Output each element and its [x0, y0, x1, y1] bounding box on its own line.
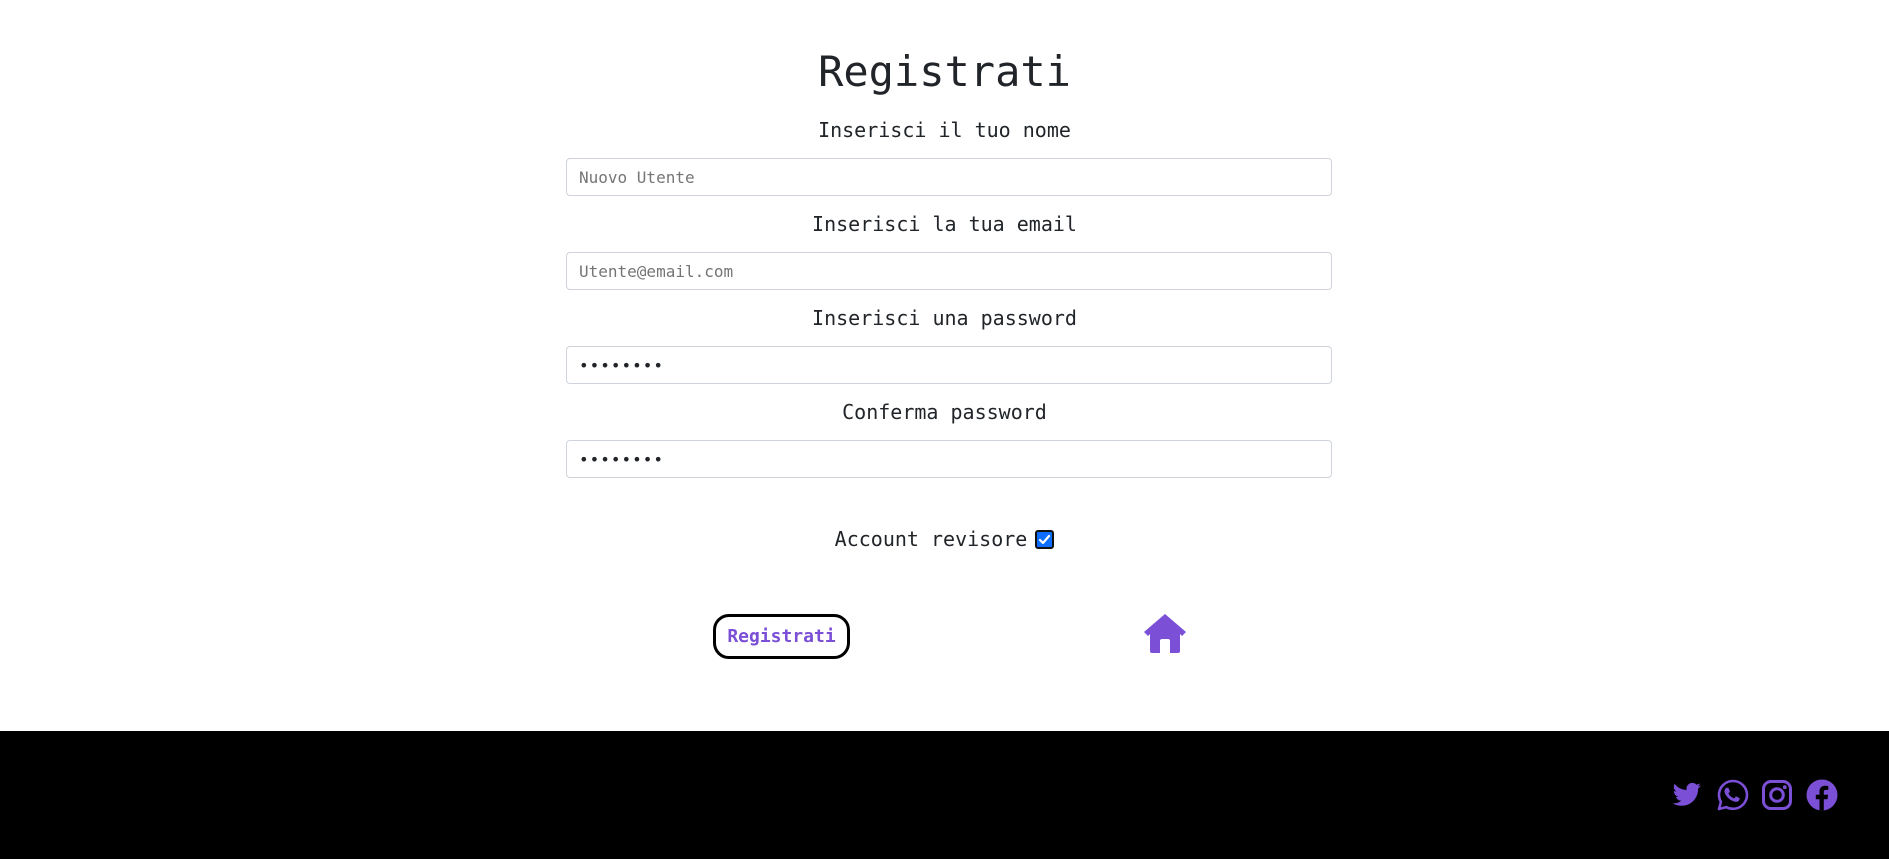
facebook-icon[interactable] [1805, 778, 1839, 812]
reviewer-row: Account revisore [0, 526, 1889, 552]
twitter-icon[interactable] [1670, 778, 1704, 812]
home-icon [1144, 614, 1186, 653]
reviewer-label: Account revisore [834, 527, 1028, 551]
register-form: Registrati Inserisci il tuo nome Inseris… [0, 0, 1889, 731]
register-page: Registrati Inserisci il tuo nome Inseris… [0, 0, 1889, 859]
check-icon [1039, 534, 1051, 544]
footer [0, 731, 1889, 859]
name-input[interactable] [566, 158, 1332, 196]
register-button[interactable]: Registrati [713, 614, 850, 659]
home-link[interactable] [1142, 612, 1188, 654]
page-title: Registrati [818, 47, 1071, 96]
instagram-icon[interactable] [1760, 778, 1794, 812]
email-input[interactable] [566, 252, 1332, 290]
whatsapp-icon[interactable] [1716, 778, 1750, 812]
password-input[interactable] [566, 346, 1332, 384]
name-label: Inserisci il tuo nome [818, 118, 1071, 142]
email-label: Inserisci la tua email [812, 212, 1077, 236]
password-label: Inserisci una password [812, 306, 1077, 330]
confirm-password-label: Conferma password [842, 400, 1047, 424]
reviewer-checkbox[interactable] [1035, 529, 1055, 549]
confirm-password-input[interactable] [566, 440, 1332, 478]
